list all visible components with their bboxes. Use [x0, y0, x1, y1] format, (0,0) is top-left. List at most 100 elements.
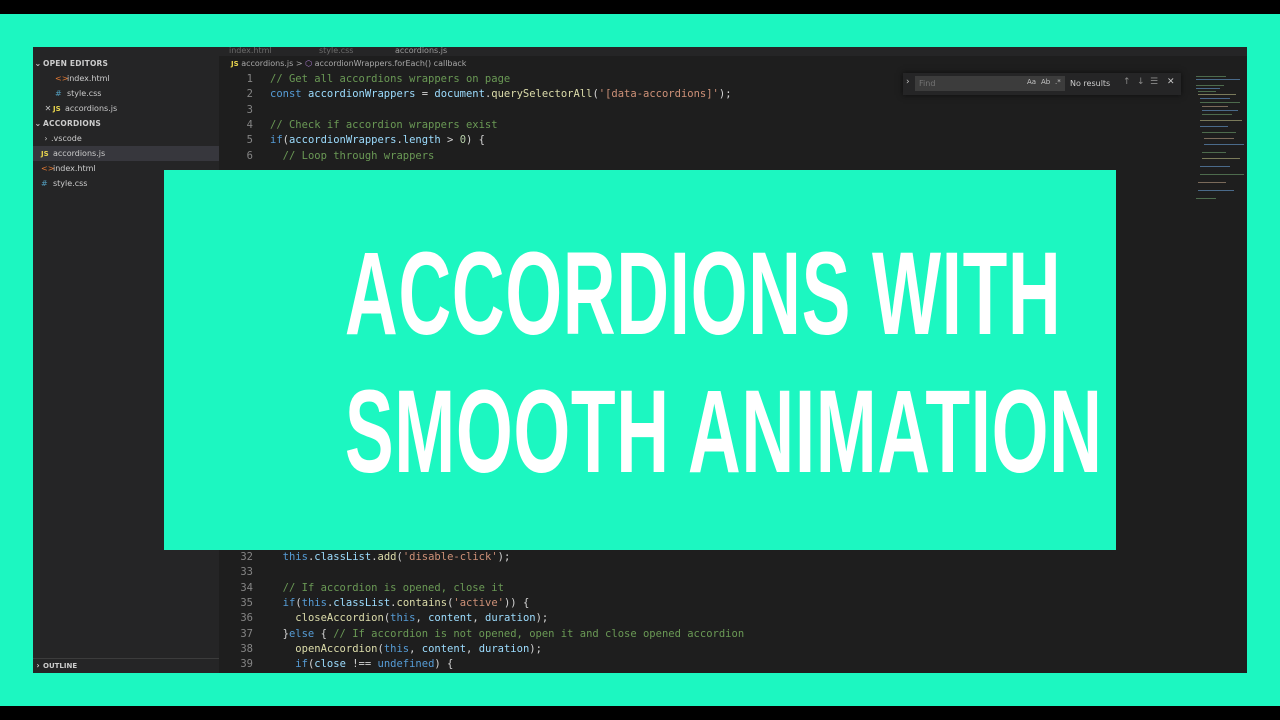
code-line[interactable]: 39 if(close !== undefined) {: [219, 657, 453, 672]
breadcrumb-separator: >: [295, 59, 303, 68]
code-token: >: [440, 134, 460, 146]
code-token: add: [377, 551, 397, 563]
line-number: 33: [240, 566, 253, 578]
explorer-item-label: index.html: [53, 164, 96, 173]
code-line[interactable]: 35 if(this.classList.contains('active'))…: [219, 596, 529, 611]
code-line[interactable]: 38 openAccordion(this, content, duration…: [219, 642, 542, 657]
minimap-line: [1198, 190, 1234, 191]
minimap-line: [1200, 98, 1230, 99]
code-token: content: [421, 643, 467, 655]
minimap-line: [1196, 198, 1216, 199]
minimap-line: [1200, 166, 1230, 167]
breadcrumb-symbol[interactable]: accordionWrappers.forEach() callback: [315, 59, 467, 68]
accordions-folder-section[interactable]: ⌄ ACCORDIONS: [33, 116, 219, 131]
banner-title-line-2: SMOOTH ANIMATION: [344, 366, 1103, 498]
code-token: else: [288, 628, 315, 640]
minimap-line: [1202, 106, 1228, 107]
symbol-method-icon: ⬡: [305, 59, 313, 68]
code-token: ,: [409, 643, 422, 655]
minimap-line: [1202, 158, 1240, 159]
minimap-line: [1200, 174, 1244, 175]
html-file-icon: <>: [55, 74, 69, 83]
banner-title-line-1: ACCORDIONS WITH: [344, 228, 1062, 360]
minimap-line: [1196, 79, 1240, 80]
line-number: 3: [246, 104, 253, 116]
close-icon[interactable]: ✕: [43, 101, 53, 116]
explorer-item-vscode[interactable]: › .vscode: [33, 131, 219, 146]
explorer-item-label: accordions.js: [53, 149, 106, 158]
tab-style-css[interactable]: style.css: [319, 47, 353, 56]
code-token: const: [270, 88, 308, 100]
whole-word-toggle[interactable]: Ab: [1041, 78, 1050, 86]
breadcrumb-file[interactable]: accordions.js: [241, 59, 293, 68]
open-editor-item-index-html[interactable]: <>index.html: [33, 71, 219, 86]
css-file-icon: #: [55, 89, 62, 98]
code-line[interactable]: 2 const accordionWrappers = document.quer…: [219, 87, 732, 102]
chevron-right-icon: ›: [44, 134, 48, 143]
line-number: 32: [240, 551, 253, 563]
code-line[interactable]: 5 if(accordionWrappers.length > 0) {: [219, 133, 485, 148]
code-line[interactable]: 3: [219, 103, 270, 118]
code-token: );: [718, 88, 732, 100]
minimap-line: [1204, 138, 1234, 139]
code-line[interactable]: 32 this.classList.add('disable-click');: [219, 550, 510, 565]
close-icon[interactable]: ✕: [1167, 77, 1175, 87]
code-token: duration: [478, 643, 530, 655]
code-token: ) {: [434, 658, 454, 670]
code-line[interactable]: 36 closeAccordion(this, content, duratio…: [219, 611, 548, 626]
line-number: 37: [240, 628, 253, 640]
line-number: 38: [240, 643, 253, 655]
minimap[interactable]: [1194, 72, 1246, 212]
minimap-line: [1198, 91, 1216, 92]
outline-section[interactable]: › OUTLINE: [33, 658, 219, 673]
find-results-count: No results: [1070, 79, 1111, 88]
minimap-line: [1200, 102, 1240, 103]
css-file-icon: #: [41, 179, 48, 188]
regex-toggle[interactable]: .*: [1055, 78, 1061, 86]
code-token: duration: [485, 612, 536, 624]
code-line[interactable]: 37 }else { // If accordion is not opened…: [219, 627, 744, 642]
title-banner: ACCORDIONS WITH SMOOTH ANIMATION: [164, 170, 1116, 550]
js-file-icon: JS: [41, 150, 49, 158]
open-editor-item-style-css[interactable]: # style.css: [33, 86, 219, 101]
find-in-selection-icon[interactable]: ☰: [1150, 77, 1158, 87]
minimap-line: [1198, 182, 1226, 183]
open-editors-section[interactable]: ⌄ OPEN EDITORS: [33, 56, 219, 71]
code-line[interactable]: 4 // Check if accordion wrappers exist: [219, 118, 498, 133]
code-token: accordionWrappers: [307, 88, 416, 100]
code-token: // Check if accordion wrappers exist: [270, 119, 498, 131]
match-case-toggle[interactable]: Aa: [1027, 78, 1036, 86]
code-line[interactable]: 34 // If accordion is opened, close it: [219, 581, 504, 596]
chevron-down-icon: ⌄: [34, 59, 42, 68]
minimap-line: [1198, 94, 1236, 95]
folder-label: ACCORDIONS: [43, 119, 102, 128]
line-number: 6: [246, 150, 253, 162]
code-line[interactable]: 6 // Loop through wrappers: [219, 149, 435, 164]
code-line[interactable]: 1 // Get all accordions wrappers on page: [219, 72, 511, 87]
open-editor-label: accordions.js: [65, 104, 118, 113]
arrow-up-icon[interactable]: ↑: [1123, 77, 1131, 87]
code-token: classList: [333, 597, 391, 609]
code-token: ,: [466, 643, 479, 655]
explorer-item-accordions-js[interactable]: JS accordions.js: [33, 146, 219, 161]
find-widget: › Aa Ab .* No results ↑ ↓ ☰ ✕: [903, 73, 1181, 95]
arrow-down-icon[interactable]: ↓: [1137, 77, 1145, 87]
toggle-replace-icon[interactable]: ›: [906, 77, 910, 87]
code-line[interactable]: 33: [219, 565, 270, 580]
chevron-down-icon: ⌄: [34, 119, 42, 128]
code-token: this: [383, 643, 410, 655]
tab-index-html[interactable]: index.html: [229, 47, 272, 56]
tab-accordions-js[interactable]: accordions.js: [395, 47, 447, 56]
explorer-item-label: .vscode: [51, 134, 82, 143]
line-number: 36: [240, 612, 253, 624]
minimap-line: [1202, 114, 1232, 115]
code-token: length: [402, 134, 441, 146]
js-file-icon: JS: [53, 105, 61, 113]
open-editor-item-accordions-js[interactable]: ✕ JS accordions.js: [33, 101, 219, 116]
breadcrumb: JS accordions.js > ⬡ accordionWrappers.f…: [219, 56, 466, 72]
